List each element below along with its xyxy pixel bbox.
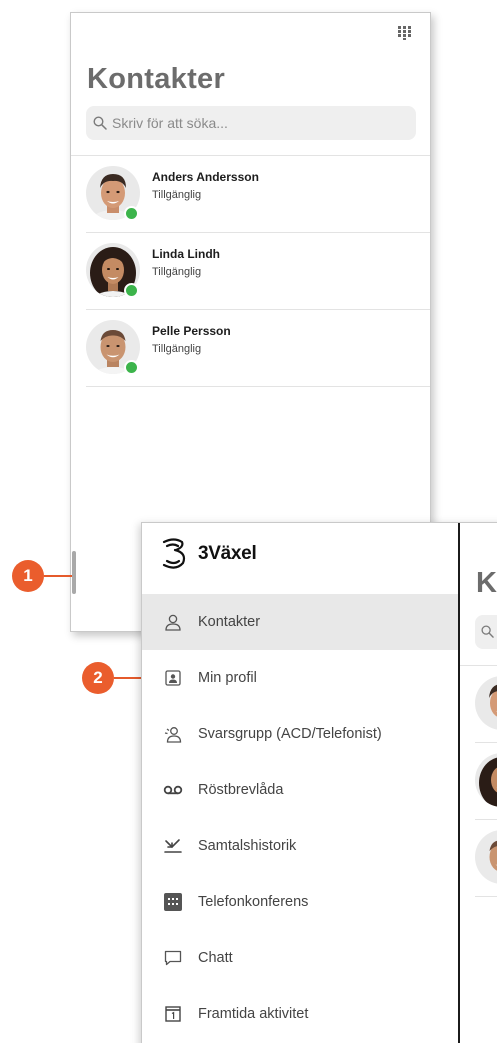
menu-item-label: Kontakter	[198, 614, 261, 630]
menu-item-chatt[interactable]: Chatt	[142, 930, 458, 986]
contact-status: Tillgänglig	[152, 266, 202, 278]
menu-item-telefonkonferens[interactable]: Telefonkonferens	[142, 874, 458, 930]
list-item	[460, 820, 497, 897]
search-bar	[475, 615, 497, 649]
menu-item-framtida-aktivitet[interactable]: Framtida aktivitet	[142, 986, 458, 1042]
contact-name: Linda Lindh	[152, 247, 220, 261]
menu-item-min-profil[interactable]: Min profil	[142, 650, 458, 706]
conference-icon	[162, 891, 184, 913]
list-item	[460, 666, 497, 743]
dialpad-grid-icon[interactable]	[398, 26, 412, 40]
person-icon	[162, 611, 184, 633]
menu-item-label: Framtida aktivitet	[198, 1006, 309, 1022]
menu-item-label: Chatt	[198, 950, 233, 966]
avatar	[475, 676, 497, 730]
menu-item-label: Telefonkonferens	[198, 894, 309, 910]
status-available-indicator	[124, 283, 139, 298]
search-icon	[93, 116, 107, 130]
contact-name: Anders Andersson	[152, 170, 259, 184]
navigation-screen: 3Växel Kontakter Min profil Svarsgrupp (…	[141, 522, 497, 1043]
menu-item-svarsgrupp[interactable]: Svarsgrupp (ACD/Telefonist)	[142, 706, 458, 762]
search-bar[interactable]	[86, 106, 416, 140]
menu-item-rostbrevlada[interactable]: Röstbrevlåda	[142, 762, 458, 818]
contact-item-linda[interactable]: Linda Lindh Tillgänglig	[71, 233, 430, 310]
brand-name: 3Växel	[198, 543, 257, 564]
callout-1-line	[44, 575, 72, 577]
list-item	[460, 743, 497, 820]
three-logo-icon	[162, 538, 186, 569]
call-history-icon	[162, 835, 184, 857]
chat-icon	[162, 947, 184, 969]
contact-status: Tillgänglig	[152, 343, 202, 355]
calendar-icon	[162, 1003, 184, 1025]
menu-item-label: Röstbrevlåda	[198, 782, 284, 798]
page-title-fragment: K	[476, 567, 497, 599]
voicemail-icon	[162, 779, 184, 801]
callout-1-badge: 1	[12, 560, 44, 592]
contact-item-anders[interactable]: Anders Andersson Tillgänglig	[71, 156, 430, 233]
menu-item-label: Samtalshistorik	[198, 838, 297, 854]
callout-2-badge: 2	[82, 662, 114, 694]
search-icon	[481, 625, 494, 638]
menu: Kontakter Min profil Svarsgrupp (ACD/Tel…	[142, 594, 458, 1042]
status-available-indicator	[124, 360, 139, 375]
brand: 3Växel	[160, 537, 257, 571]
contact-name: Pelle Persson	[152, 324, 231, 338]
menu-item-label: Svarsgrupp (ACD/Telefonist)	[198, 726, 382, 742]
group-icon	[162, 723, 184, 745]
status-available-indicator	[124, 206, 139, 221]
contact-status: Tillgänglig	[152, 189, 202, 201]
navigation-drawer: 3Växel Kontakter Min profil Svarsgrupp (…	[142, 523, 458, 1043]
contact-item-pelle[interactable]: Pelle Persson Tillgänglig	[71, 310, 430, 387]
menu-item-kontakter[interactable]: Kontakter	[142, 594, 458, 650]
background-contacts-screen: K	[460, 523, 497, 1043]
profile-card-icon	[162, 667, 184, 689]
search-input[interactable]	[112, 115, 402, 131]
menu-item-label: Min profil	[198, 670, 257, 686]
contact-list: Anders Andersson Tillgänglig Linda Lindh…	[71, 156, 430, 387]
page-title: Kontakter	[87, 63, 226, 95]
menu-item-samtalshistorik[interactable]: Samtalshistorik	[142, 818, 458, 874]
drawer-handle[interactable]	[72, 551, 76, 594]
avatar	[475, 753, 497, 807]
avatar	[475, 830, 497, 884]
